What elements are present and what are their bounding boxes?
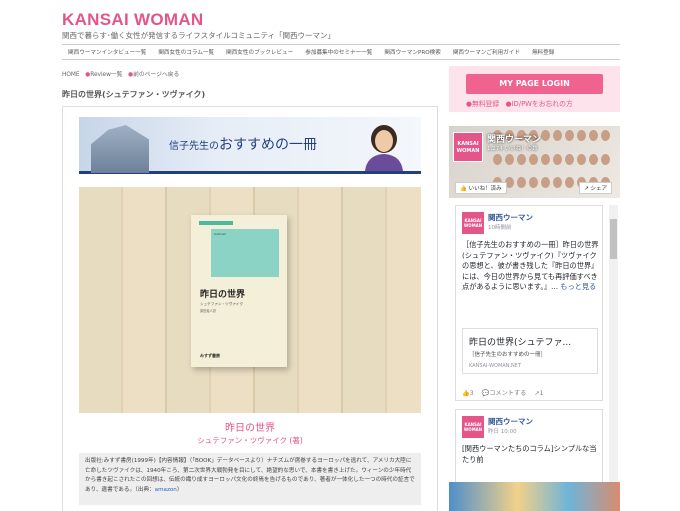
login-links: ●無料登録 ●ID/PWをお忘れの方 xyxy=(466,98,573,108)
nav-item-interviews[interactable]: 関西ウーマンインタビュー一覧 xyxy=(62,48,152,56)
cover-author: シュテファン・ツヴァイク xyxy=(200,302,244,306)
facebook-page-header: KANSAI WOMAN 関西ウーマン 1,274 いいね！の数 👍 いいね！済… xyxy=(449,126,620,198)
link-card-url: KANSAI-WOMAN.NET xyxy=(469,363,522,369)
book-cover: Autorail 昨日の世界 シュテファン・ツヴァイク 原田義人訳 みすず書房 xyxy=(191,215,287,367)
nav-item-seminars[interactable]: 参加募集中のセミナー一覧 xyxy=(299,48,378,56)
breadcrumb-review[interactable]: Review一覧 xyxy=(90,72,122,78)
breadcrumb-back[interactable]: 前のページへ戻る xyxy=(133,72,179,78)
fb-like-label: いいね！済み xyxy=(468,186,502,192)
main-nav: 関西ウーマンインタビュー一覧 関西女性のコラム一覧 関西女性のブックレビュー 参… xyxy=(62,44,620,60)
breadcrumb: HOME ●Review一覧 ●前のページへ戻る xyxy=(62,69,179,78)
post-time[interactable]: 昨日 10:00 xyxy=(488,427,517,435)
login-box: MY PAGE LOGIN ●無料登録 ●ID/PWをお忘れの方 xyxy=(449,66,620,112)
book-title: 昨日の世界 xyxy=(225,423,275,434)
nav-item-book-reviews[interactable]: 関西女性のブックレビュー xyxy=(220,48,299,56)
recommend-banner: 信子先生のおすすめの一冊 xyxy=(79,117,421,174)
amazon-link[interactable]: amazon xyxy=(155,487,177,493)
description-end: ） xyxy=(176,486,183,493)
like-icon[interactable]: 👍 xyxy=(462,390,470,397)
fb-share-button[interactable]: ↗ シェア xyxy=(579,182,612,194)
post-time[interactable]: 10時間前 xyxy=(488,223,512,231)
share-icon: ↗ xyxy=(584,186,589,192)
page-title: 昨日の世界(シュテファン・ツヴァイク) xyxy=(62,90,206,99)
fb-like-button[interactable]: 👍 いいね！済み xyxy=(455,182,507,194)
post-text: [関西ウーマンたちのコラム]シンプルな当たり前 xyxy=(462,444,597,464)
book-description: 出版社:みすず書房(1999年)【内容情報】（「BOOK」データベースより）ナチ… xyxy=(79,453,421,505)
banner-title: 信子先生のおすすめの一冊 xyxy=(169,134,317,154)
post-avatar[interactable]: KANSAI WOMAN xyxy=(462,416,484,438)
banner-prefix: 信子先生の xyxy=(169,141,219,152)
fb-page-logo[interactable]: KANSAI WOMAN xyxy=(453,132,483,162)
nav-item-pro-search[interactable]: 関西ウーマンPRO検索 xyxy=(378,48,446,56)
book-author: シュテファン・ツヴァイク (著) xyxy=(197,436,303,445)
link-card-title: 昨日の世界(シュテファ... xyxy=(469,338,572,348)
post-share-count: 1 xyxy=(539,390,544,397)
forgot-id-link[interactable]: ID/PWをお忘れの方 xyxy=(512,100,573,108)
site-logo[interactable]: KANSAI WOMAN xyxy=(62,10,203,30)
cover-title: 昨日の世界 xyxy=(200,290,246,300)
feed-post: KANSAI WOMAN 関西ウーマン 10時間前 ［信子先生のおすすめの一冊］… xyxy=(455,205,603,401)
fb-share-label: シェア xyxy=(590,186,607,192)
see-more-link[interactable]: もっと見る xyxy=(560,282,596,291)
book-photo: Autorail 昨日の世界 シュテファン・ツヴァイク 原田義人訳 みすず書房 xyxy=(79,187,421,413)
banner-main: おすすめの一冊 xyxy=(219,137,317,153)
site-tagline: 関西で暮らす･働く女性が発信するライフスタイルコミュニティ「関西ウーマン」 xyxy=(62,31,335,40)
cover-text: Autorail xyxy=(214,232,226,236)
post-avatar[interactable]: KANSAI WOMAN xyxy=(462,212,484,234)
feed-scrollbar[interactable] xyxy=(609,205,618,511)
cover-text-panel: Autorail xyxy=(211,229,279,277)
post-actions: 👍3 💬コメントする ↗1 xyxy=(462,388,543,397)
cover-publisher: みすず書房 xyxy=(200,353,220,358)
link-card-subtitle: ［信子先生のおすすめの一冊］ xyxy=(469,352,547,358)
building-image xyxy=(91,125,149,173)
author-portrait-icon xyxy=(365,125,403,171)
facebook-feed: KANSAI WOMAN 関西ウーマン 10時間前 ［信子先生のおすすめの一冊］… xyxy=(455,205,603,511)
nav-item-columns[interactable]: 関西女性のコラム一覧 xyxy=(152,48,220,56)
mypage-login-button[interactable]: MY PAGE LOGIN xyxy=(466,74,603,94)
sidebar-banner-image[interactable] xyxy=(449,482,620,511)
page: KANSAI WOMAN 関西で暮らす･働く女性が発信するライフスタイルコミュニ… xyxy=(0,0,680,511)
fb-like-count: 1,274 いいね！の数 xyxy=(487,146,538,152)
post-like-count: 3 xyxy=(469,390,474,397)
thumbs-up-icon: 👍 xyxy=(460,186,467,192)
link-card[interactable]: 昨日の世界(シュテファ... ［信子先生のおすすめの一冊］ KANSAI-WOM… xyxy=(462,328,598,374)
scrollbar-thumb[interactable] xyxy=(610,219,617,259)
post-author[interactable]: 関西ウーマン xyxy=(488,416,533,427)
article: 信子先生のおすすめの一冊 Autorail 昨日の世界 シュテファン・ツヴァイク… xyxy=(62,106,438,511)
description-text: 出版社:みすず書房(1999年)【内容情報】（「BOOK」データベースより）ナチ… xyxy=(85,458,415,493)
nav-item-register[interactable]: 無料登録 xyxy=(526,48,560,56)
cover-strip xyxy=(199,221,233,225)
cover-translator: 原田義人訳 xyxy=(200,309,216,313)
post-author[interactable]: 関西ウーマン xyxy=(488,212,533,223)
comment-button[interactable]: コメントする xyxy=(489,390,526,397)
post-text: ［信子先生のおすすめの一冊］昨日の世界(シュテファン・ツヴァイク)『ツヴァイクの… xyxy=(462,240,600,293)
register-link[interactable]: 無料登録 xyxy=(472,100,499,108)
nav-item-guide[interactable]: 関西ウーマンご利用ガイド xyxy=(447,48,526,56)
breadcrumb-home[interactable]: HOME xyxy=(62,72,80,78)
